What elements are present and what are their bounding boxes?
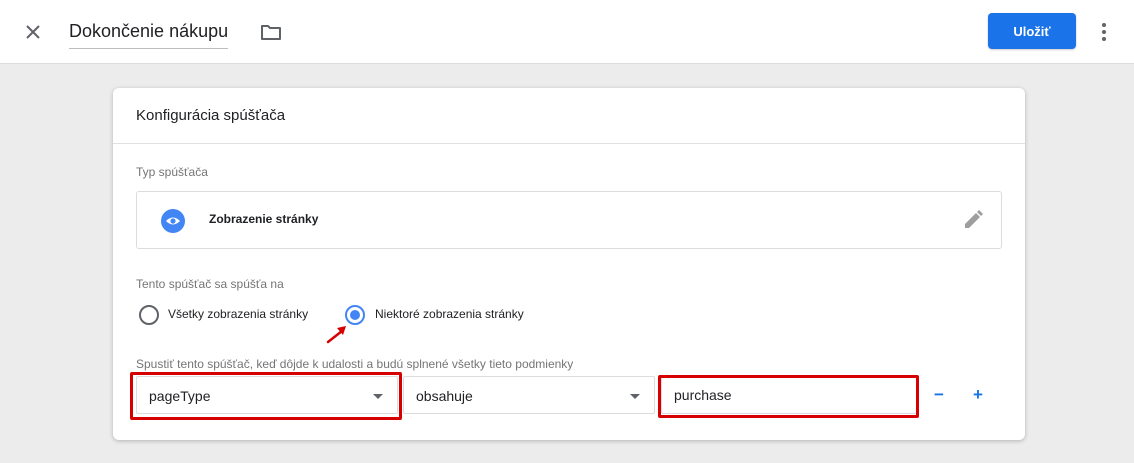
condition-value-input[interactable] — [661, 376, 917, 414]
edit-pencil-icon[interactable] — [961, 208, 985, 232]
close-icon[interactable] — [21, 20, 45, 44]
trigger-type-name: Zobrazenie stránky — [209, 212, 319, 226]
page-title[interactable]: Dokončenie nákupu — [69, 21, 229, 49]
variable-select-value: pageType — [149, 388, 211, 404]
trigger-config-card: Konfigurácia spúšťača Typ spúšťača Zobra… — [113, 88, 1025, 440]
variable-select[interactable]: pageType — [136, 376, 398, 414]
more-vert-icon[interactable] — [1092, 20, 1116, 44]
operator-select-value: obsahuje — [416, 388, 473, 404]
trigger-type-selector[interactable]: Zobrazenie stránky — [136, 191, 1002, 249]
radio-some-page-views-label[interactable]: Niektoré zobrazenia stránky — [375, 307, 524, 321]
red-arrow-annotation-icon — [326, 326, 346, 344]
radio-all-page-views[interactable] — [139, 305, 159, 325]
card-title: Konfigurácia spúšťača — [136, 107, 286, 124]
card-header: Konfigurácia spúšťača — [113, 88, 1025, 144]
chevron-down-icon — [630, 394, 640, 399]
add-condition-button[interactable]: + — [968, 385, 988, 405]
operator-select[interactable]: obsahuje — [403, 376, 655, 414]
chevron-down-icon — [373, 394, 383, 399]
remove-condition-button[interactable]: − — [929, 385, 949, 405]
fires-on-label: Tento spúšťač sa spúšťa na — [136, 277, 284, 291]
eye-icon — [161, 209, 185, 233]
folder-icon[interactable] — [259, 20, 283, 44]
top-bar: Dokončenie nákupu Uložiť — [0, 0, 1134, 64]
save-button[interactable]: Uložiť — [988, 13, 1076, 49]
condition-label: Spustiť tento spúšťač, keď dôjde k udalo… — [136, 357, 574, 371]
radio-some-page-views[interactable] — [345, 305, 365, 325]
trigger-type-label: Typ spúšťača — [136, 165, 208, 179]
radio-all-page-views-label[interactable]: Všetky zobrazenia stránky — [168, 307, 308, 321]
